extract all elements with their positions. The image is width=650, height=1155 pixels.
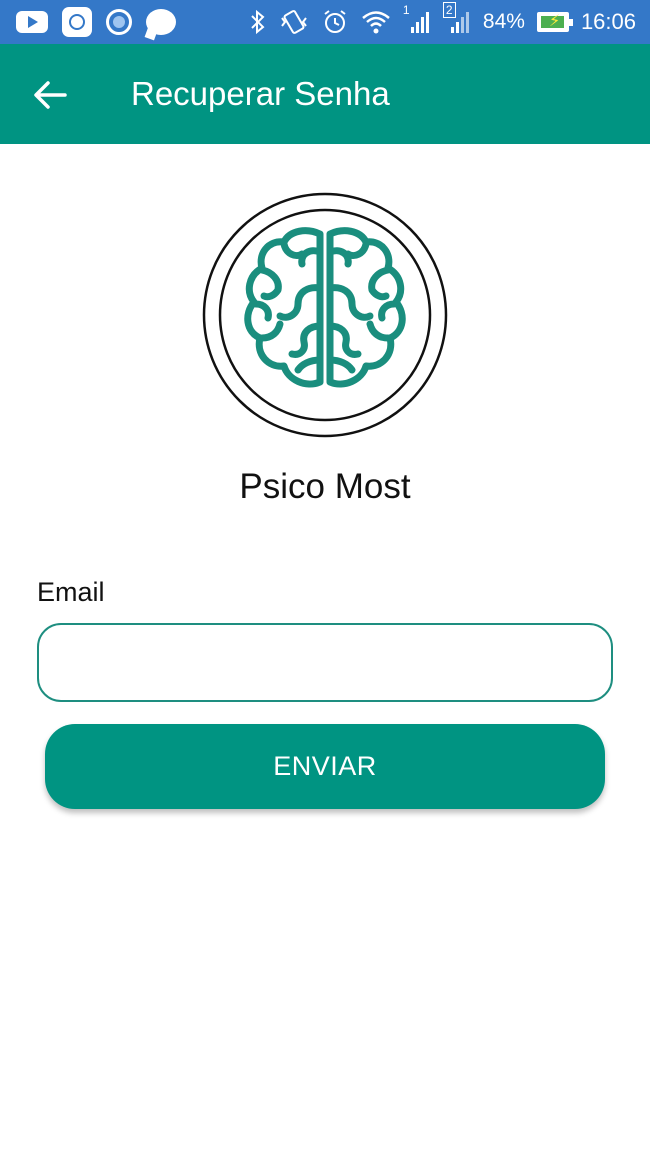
youtube-icon [16, 11, 48, 33]
page-title: Recuperar Senha [131, 75, 390, 112]
bluetooth-icon [249, 9, 267, 35]
circle-app-icon [106, 9, 132, 35]
clock-time: 16:06 [580, 9, 636, 34]
chat-bubble-icon [146, 9, 176, 35]
vibrate-icon [279, 8, 309, 36]
send-button[interactable]: ENVIAR [45, 724, 605, 809]
battery-icon: ⚡ [536, 12, 573, 32]
arrow-left-icon [34, 81, 67, 109]
app-logo [202, 192, 448, 438]
signal-icon: 1 [403, 3, 431, 35]
email-label: Email [37, 577, 105, 607]
back-button[interactable] [30, 75, 70, 115]
wifi-icon [361, 9, 391, 35]
brain-icon [202, 192, 448, 438]
signal-icon: 2 [442, 2, 471, 35]
email-field[interactable] [37, 623, 613, 702]
battery-percent: 84% [482, 10, 525, 33]
mi-icon [62, 7, 92, 37]
alarm-icon [321, 8, 349, 36]
app-bar: Recuperar Senha [0, 44, 650, 144]
status-bar: 1 2 84% ⚡ 16:06 [0, 0, 650, 44]
brand-name: Psico Most [239, 467, 411, 506]
